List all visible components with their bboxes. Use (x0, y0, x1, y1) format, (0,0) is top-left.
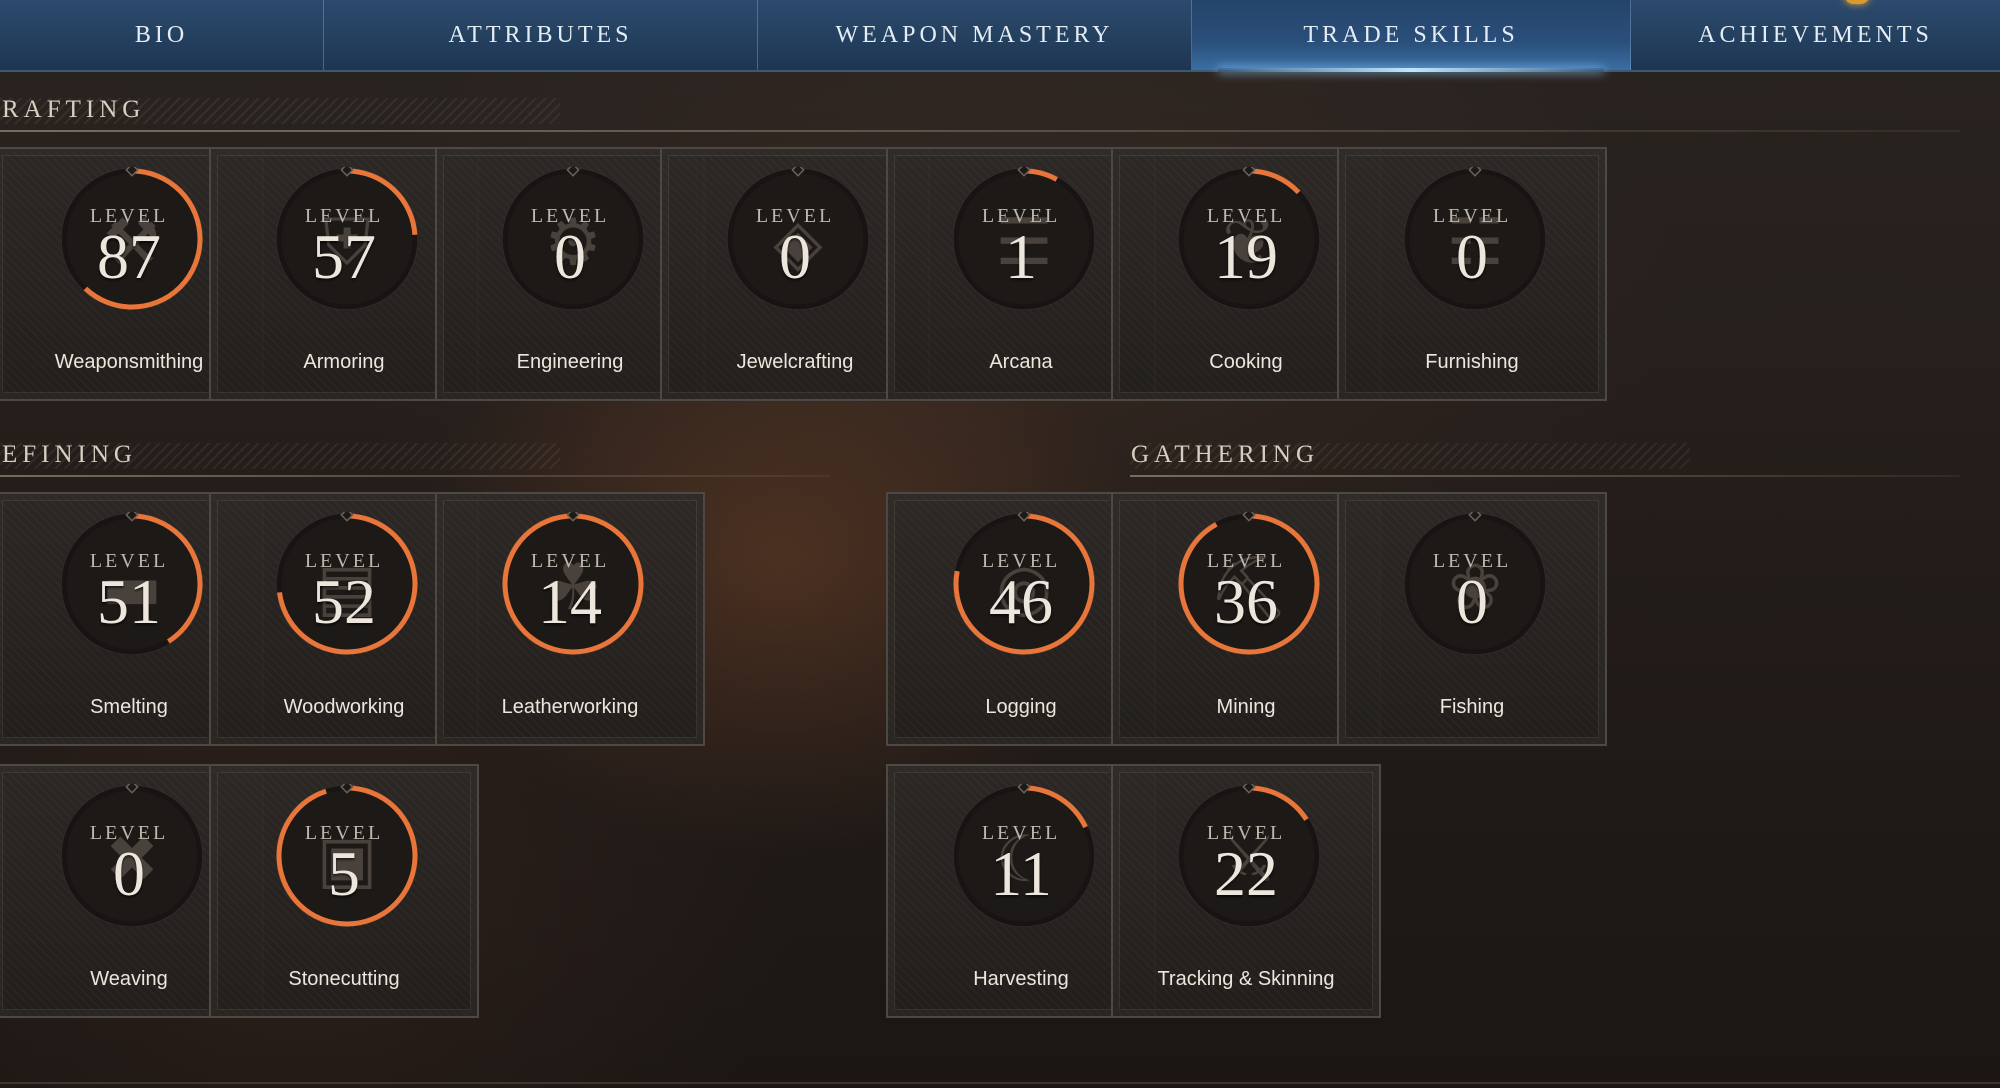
skill-name: Furnishing (1425, 351, 1519, 373)
gathering-section-title: GATHERING (1131, 441, 1320, 468)
tab-bio[interactable]: BIO (0, 0, 324, 70)
skill-level-value: 5 (328, 838, 360, 909)
skill-level-value: 0 (1456, 566, 1488, 637)
character-tab-bar: BIO ATTRIBUTES WEAPON MASTERY TRADE SKIL… (0, 0, 2000, 72)
skill-name: Leatherworking (501, 696, 639, 718)
tab-bio-label: BIO (134, 21, 189, 48)
tab-weapon-mastery-label: WEAPON MASTERY (835, 21, 1114, 48)
skill-level-value: 22 (1214, 838, 1278, 909)
crafting-section-title: RAFTING (2, 96, 146, 123)
skill-card-fishing[interactable]: ❀ LEVEL 0 Fishing (1337, 492, 1607, 746)
refining-section-title: EFINING (2, 441, 137, 468)
tab-achievements-label: ACHIEVEMENTS (1698, 21, 1933, 48)
skill-card-furnishing[interactable]: ☷ LEVEL 0 Furnishing (1337, 147, 1607, 401)
tab-trade-skills[interactable]: TRADE SKILLS (1192, 0, 1631, 72)
skill-level-value: 0 (1456, 221, 1488, 292)
refining-section-divider (0, 475, 830, 477)
tab-achievements[interactable]: ACHIEVEMENTS (1631, 0, 2000, 70)
skill-card-leatherworking[interactable]: ☘ LEVEL 14 Leatherworking (435, 492, 705, 746)
skill-card-stonecutting[interactable]: ▣ LEVEL 5 Stonecutting (209, 764, 479, 1018)
skill-level-value: 14 (538, 566, 602, 637)
bottom-divider (0, 1082, 2000, 1084)
gathering-section-divider (1130, 475, 1960, 477)
skill-name: Fishing (1439, 696, 1505, 718)
tab-attributes[interactable]: ATTRIBUTES (324, 0, 758, 70)
skill-card-tracking-and-skinning[interactable]: ⚔ LEVEL 22 Tracking & Skinning (1111, 764, 1381, 1018)
tab-attributes-label: ATTRIBUTES (448, 21, 633, 48)
skill-name: Tracking & Skinning (1157, 968, 1335, 990)
tab-trade-skills-label: TRADE SKILLS (1303, 21, 1519, 48)
tab-weapon-mastery[interactable]: WEAPON MASTERY (758, 0, 1192, 70)
skill-name: Stonecutting (288, 968, 400, 990)
crafting-section-divider (0, 130, 1960, 132)
